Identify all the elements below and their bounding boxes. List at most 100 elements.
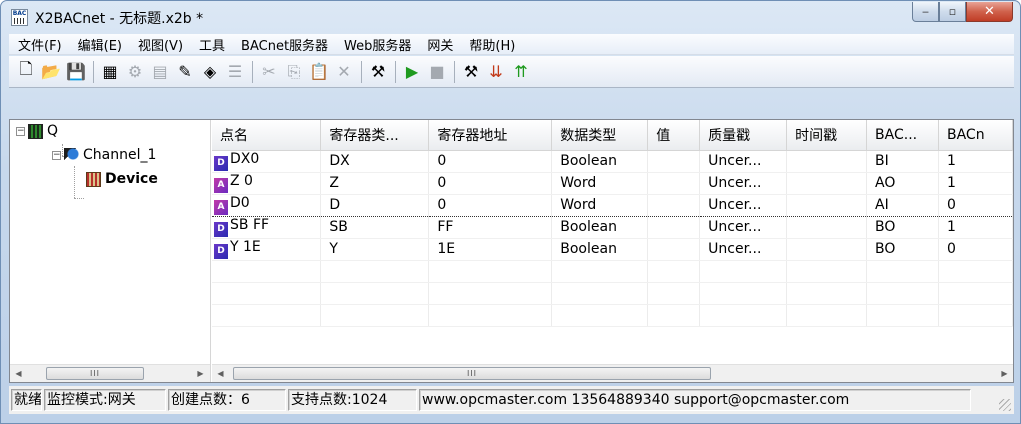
menu-bar: 文件(F) 编辑(E) 视图(V) 工具 BACnet服务器 Web服务器 网关 帮助(H) [9, 34, 1014, 55]
table-row[interactable]: D SB FF SB FF Boolean Uncer... BO 1 [212, 216, 1013, 239]
column-header-3[interactable]: 数据类型 [551, 120, 649, 151]
empty-cell [786, 304, 868, 327]
resize-grip-icon[interactable] [999, 399, 1011, 411]
save-icon[interactable]: 💾 [65, 61, 87, 83]
cell-timestamp [786, 172, 868, 195]
scroll-thumb[interactable]: III [233, 367, 711, 380]
run-icon[interactable]: ▶ [401, 61, 423, 83]
digital-tag-icon: D [214, 244, 228, 259]
paste-icon[interactable]: 📋 [308, 61, 330, 83]
new-file-icon[interactable]: 🗋 [15, 59, 37, 83]
empty-cell [647, 304, 701, 327]
quick-client-icon[interactable]: ⚒ [367, 61, 389, 83]
empty-cell [866, 282, 939, 305]
delete-icon[interactable]: ✕ [333, 61, 355, 83]
tag-import-icon[interactable]: ◈ [199, 61, 221, 83]
status-points-supported: 支持点数:1024 [288, 389, 417, 411]
table-row[interactable]: A D0 D 0 Word Uncer... AI 0 [212, 194, 1013, 217]
stop-icon[interactable]: ■ [426, 61, 448, 83]
tree-node-channel-label: Channel_1 [83, 147, 157, 163]
empty-cell [428, 304, 553, 327]
scroll-thumb[interactable]: III [46, 367, 144, 380]
title-bar[interactable]: BAC X2BACnet - 无标题.x2b * ‒ ▫ ✕ [1, 1, 1020, 33]
empty-cell [212, 282, 322, 305]
empty-cell [212, 260, 322, 283]
add-device-icon[interactable]: ⚙ [124, 61, 146, 83]
menu-item-0[interactable]: 文件(F) [9, 35, 70, 54]
menu-item-5[interactable]: Web服务器 [336, 35, 419, 54]
scroll-left-icon[interactable]: ◀ [212, 365, 229, 382]
scroll-left-icon[interactable]: ◀ [10, 365, 27, 382]
menu-item-7[interactable]: 帮助(H) [461, 35, 523, 54]
empty-cell [428, 282, 553, 305]
new-tag-icon[interactable]: ✎ [174, 61, 196, 83]
cell-bac-type: BI [866, 150, 939, 173]
column-header-4[interactable]: 值 [647, 120, 701, 151]
tree-node-root[interactable]: − Q [16, 123, 58, 139]
empty-cell [320, 304, 430, 327]
device-icon [86, 171, 101, 187]
close-button[interactable]: ✕ [966, 2, 1013, 22]
tag-name: SB FF [230, 217, 270, 233]
tools-icon[interactable]: ⚒ [460, 61, 482, 83]
analog-tag-icon: A [214, 178, 228, 193]
column-header-7[interactable]: BAC... [866, 120, 939, 151]
tree-node-channel[interactable]: − Channel_1 [52, 147, 156, 163]
cell-bac-num: 1 [938, 172, 1013, 195]
copy-icon[interactable]: ⎘ [283, 61, 305, 83]
cell-quality: Uncer... [699, 150, 788, 173]
cell-data-type: Boolean [551, 150, 649, 173]
toolbar-separator [252, 60, 253, 83]
cell-quality: Uncer... [699, 238, 788, 261]
properties-icon[interactable]: ☰ [224, 61, 246, 83]
grid-horizontal-scrollbar[interactable]: ◀ III ▶ [212, 364, 1013, 382]
column-header-5[interactable]: 质量戳 [699, 120, 788, 151]
cell-quality: Uncer... [699, 216, 788, 239]
app-icon-text: BAC [12, 10, 27, 17]
table-row[interactable]: D DX0 DX 0 Boolean Uncer... BI 1 [212, 150, 1013, 173]
tree-node-device[interactable]: Device [86, 171, 158, 187]
empty-cell [866, 304, 939, 327]
menu-item-1[interactable]: 编辑(E) [70, 35, 130, 54]
tree-collapse-icon[interactable]: − [16, 126, 25, 136]
cell-reg-type: Z [320, 172, 430, 195]
scroll-right-icon[interactable]: ▶ [192, 365, 209, 382]
empty-cell [320, 260, 430, 283]
tree-horizontal-scrollbar[interactable]: ◀ III ▶ [10, 364, 210, 382]
add-channel-icon[interactable]: ▦ [99, 61, 121, 83]
cell-reg-type: Y [320, 238, 430, 261]
column-header-1[interactable]: 寄存器类... [320, 120, 430, 151]
column-header-8[interactable]: BACn [938, 120, 1013, 151]
minimize-button[interactable]: ‒ [912, 2, 939, 22]
menu-item-4[interactable]: BACnet服务器 [233, 35, 336, 54]
table-row[interactable]: DY 1E Y 1E Boolean Uncer... BO 0 [212, 238, 1013, 261]
open-folder-icon[interactable]: 📂 [40, 61, 62, 83]
toolbar-separator [361, 60, 362, 83]
empty-cell [699, 282, 788, 305]
empty-cell [938, 304, 1013, 327]
tag-name: Z 0 [230, 173, 253, 189]
maximize-button[interactable]: ▫ [939, 2, 966, 22]
empty-cell [938, 260, 1013, 283]
menu-item-2[interactable]: 视图(V) [130, 35, 191, 54]
cut-icon[interactable]: ✂ [258, 61, 280, 83]
menu-item-6[interactable]: 网关 [419, 35, 461, 54]
menu-item-3[interactable]: 工具 [191, 35, 233, 54]
add-tag-icon[interactable]: ▤ [149, 61, 171, 83]
cell-reg-addr: 0 [428, 172, 553, 195]
device-tree[interactable]: − Q − Channel_1 Device ◀ III ▶ [10, 120, 211, 382]
column-header-6[interactable]: 时间戳 [786, 120, 868, 151]
load-icon[interactable]: ⇊ [485, 61, 507, 83]
scroll-right-icon[interactable]: ▶ [996, 365, 1013, 382]
tree-collapse-icon[interactable]: − [52, 150, 61, 160]
cell-timestamp [786, 150, 868, 173]
column-header-2[interactable]: 寄存器地址 [428, 120, 553, 151]
cell-bac-num: 1 [938, 216, 1013, 239]
empty-cell [699, 304, 788, 327]
upload-icon[interactable]: ⇈ [510, 61, 532, 83]
cell-bac-type: AI [866, 194, 939, 217]
empty-row [212, 304, 1013, 327]
column-header-0[interactable]: 点名 [212, 120, 322, 151]
table-row[interactable]: AZ 0 Z 0 Word Uncer... AO 1 [212, 172, 1013, 195]
cell-bac-type: BO [866, 238, 939, 261]
